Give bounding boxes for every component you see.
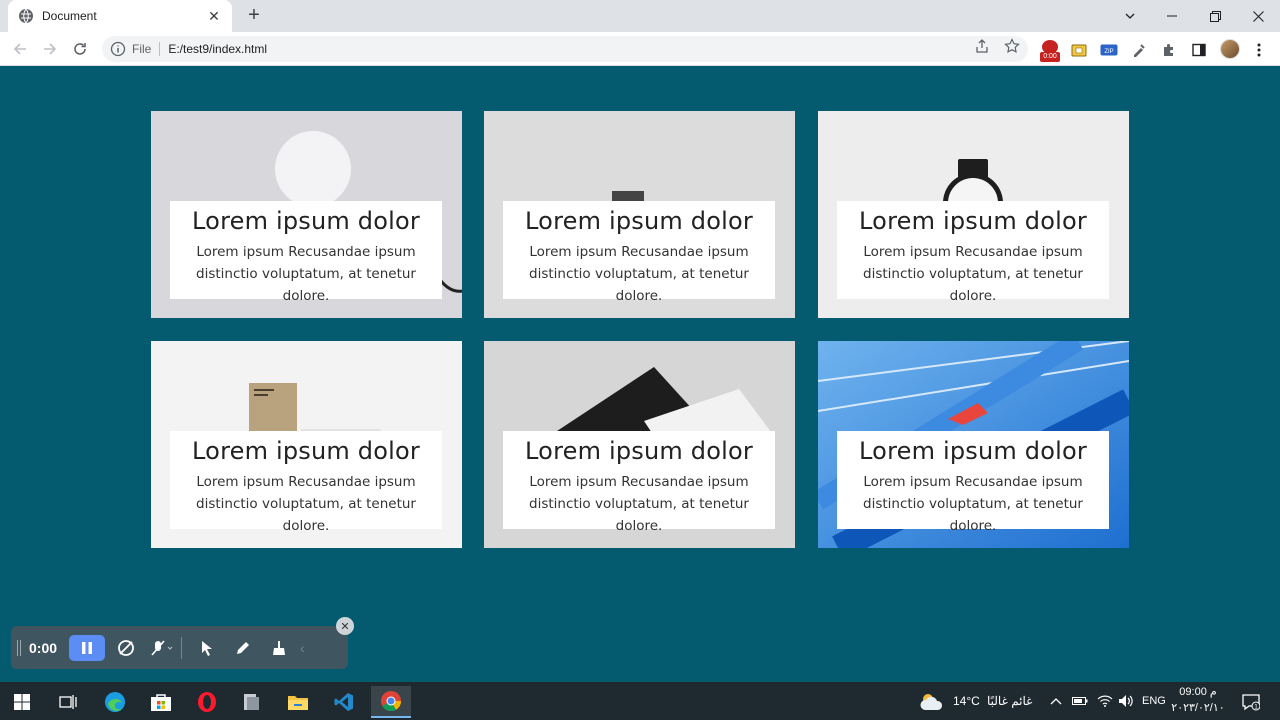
card-text: Lorem ipsum Recusandae ipsum distinctio … [863, 244, 1083, 304]
card-caption: Lorem ipsum dolor Lorem ipsum Recusandae… [170, 201, 442, 304]
camera-off-icon [118, 639, 134, 656]
file-explorer-icon[interactable] [278, 686, 318, 718]
pause-icon [82, 641, 92, 654]
recorder-ext-time: 0:00 [1040, 52, 1060, 62]
card-text: Lorem ipsum Recusandae ipsum distinctio … [863, 474, 1083, 534]
task-view-icon[interactable] [48, 686, 88, 718]
card-text: Lorem ipsum Recusandae ipsum distinctio … [196, 244, 416, 304]
screen-recorder-extension[interactable]: 0:00 [1040, 40, 1060, 62]
forward-arrow-icon[interactable] [40, 39, 60, 59]
url-text[interactable]: E:/test9/index.html [168, 42, 267, 56]
pen-icon [237, 641, 249, 654]
cursor-icon [202, 640, 212, 656]
zip-extension-icon[interactable]: ZIP [1100, 41, 1118, 59]
clock-time: 09:00 م [1179, 686, 1217, 698]
vscode-icon[interactable] [324, 686, 364, 718]
drag-handle[interactable] [17, 639, 21, 656]
clock-date: ٢٠٢٣/٠٢/١٠ [1171, 702, 1225, 714]
card-title: Lorem ipsum dolor [192, 437, 420, 465]
card-title: Lorem ipsum dolor [859, 207, 1087, 235]
folder-extension-icon[interactable] [1070, 41, 1088, 59]
card-caption: Lorem ipsum dolor Lorem ipsum Recusandae… [837, 431, 1109, 534]
card-title: Lorem ipsum dolor [859, 437, 1087, 465]
profile-avatar[interactable] [1220, 39, 1240, 59]
microsoft-store-icon[interactable] [141, 686, 181, 718]
share-icon[interactable] [973, 37, 991, 55]
card-caption: Lorem ipsum dolor Lorem ipsum Recusandae… [170, 431, 442, 534]
info-icon[interactable] [110, 41, 126, 57]
edge-browser-icon[interactable] [95, 686, 135, 718]
new-tab-button[interactable]: + [244, 5, 264, 26]
speaker-icon[interactable] [1118, 682, 1134, 720]
card-caption: Lorem ipsum dolor Lorem ipsum Recusandae… [837, 201, 1109, 304]
close-window-button[interactable] [1236, 0, 1280, 32]
recording-time: 0:00 [29, 639, 58, 656]
recording-toolbar: 0:00 ‹ [11, 626, 348, 669]
wifi-icon[interactable] [1097, 682, 1113, 720]
chrome-icon[interactable] [371, 686, 411, 718]
globe-icon [18, 8, 34, 24]
card-6[interactable]: Lorem ipsum dolor Lorem ipsum Recusandae… [818, 341, 1129, 548]
separator [181, 636, 182, 659]
tab-title: Document [42, 9, 97, 23]
weather-cloudy-icon[interactable] [914, 686, 950, 718]
card-5[interactable]: Lorem ipsum dolor Lorem ipsum Recusandae… [484, 341, 795, 548]
side-panel-icon[interactable] [1190, 41, 1208, 59]
tab-strip: Document ✕ + [0, 0, 1280, 32]
card-title: Lorem ipsum dolor [192, 207, 420, 235]
tab-document[interactable]: Document ✕ [8, 0, 232, 32]
taskbar-clock[interactable]: 09:00 م ٢٠٢٣/٠٢/١٠ [1168, 684, 1228, 716]
tab-search-icon[interactable] [1108, 0, 1152, 32]
card-1[interactable]: Lorem ipsum dolor Lorem ipsum Recusandae… [151, 111, 462, 318]
eraser-tool-button[interactable] [264, 635, 294, 661]
battery-icon[interactable] [1072, 682, 1088, 720]
card-caption: Lorem ipsum dolor Lorem ipsum Recusandae… [503, 201, 775, 304]
opera-icon[interactable] [187, 686, 227, 718]
minimize-button[interactable] [1150, 0, 1194, 32]
start-windows-icon[interactable] [2, 686, 42, 718]
card-title: Lorem ipsum dolor [525, 207, 753, 235]
card-4[interactable]: Lorem ipsum dolor Lorem ipsum Recusandae… [151, 341, 462, 548]
cursor-tool-button[interactable] [192, 635, 222, 661]
restore-button[interactable] [1193, 0, 1237, 32]
pause-button[interactable] [69, 634, 105, 661]
weather-description[interactable]: غائم غالبًا [987, 682, 1032, 720]
pen-tool-button[interactable] [228, 635, 258, 661]
taskbar: 14°C غائم غالبًا ENG 09:00 م ٢٠٢٣/٠٢/١٠ … [0, 682, 1280, 720]
file-cabinet-icon[interactable] [231, 686, 271, 718]
card-text: Lorem ipsum Recusandae ipsum distinctio … [529, 474, 749, 534]
notification-center-icon[interactable]: 1 [1236, 686, 1266, 718]
card-3[interactable]: Lorem ipsum dolor Lorem ipsum Recusandae… [818, 111, 1129, 318]
card-title: Lorem ipsum dolor [525, 437, 753, 465]
tray-overflow-chevron-icon[interactable] [1050, 682, 1062, 720]
collapse-chevron-icon[interactable]: ‹ [300, 640, 305, 656]
mic-off-button[interactable] [147, 635, 177, 661]
card-caption: Lorem ipsum dolor Lorem ipsum Recusandae… [503, 431, 775, 534]
broom-icon [273, 640, 285, 655]
input-language[interactable]: ENG [1142, 682, 1166, 720]
svg-text:ZIP: ZIP [1104, 49, 1113, 55]
card-2[interactable]: Lorem ipsum dolor Lorem ipsum Recusandae… [484, 111, 795, 318]
weather-temperature[interactable]: 14°C [953, 682, 980, 720]
browser-toolbar: File E:/test9/index.html ZIP [0, 32, 1280, 66]
close-recorder-icon[interactable]: ✕ [336, 617, 354, 635]
menu-kebab-icon[interactable] [1250, 41, 1268, 59]
puzzle-extensions-icon[interactable] [1160, 41, 1178, 59]
reload-icon[interactable] [70, 39, 90, 59]
address-bar[interactable]: File E:/test9/index.html [102, 36, 1028, 62]
card-text: Lorem ipsum Recusandae ipsum distinctio … [196, 474, 416, 534]
url-scheme-label: File [132, 42, 161, 56]
close-tab-icon[interactable]: ✕ [206, 8, 222, 25]
card-text: Lorem ipsum Recusandae ipsum distinctio … [529, 244, 749, 304]
camera-off-button[interactable] [111, 635, 141, 661]
bookmark-star-icon[interactable] [1003, 37, 1021, 55]
eyedropper-extension-icon[interactable] [1130, 41, 1148, 59]
back-arrow-icon[interactable] [10, 39, 30, 59]
mic-off-icon [151, 639, 173, 656]
